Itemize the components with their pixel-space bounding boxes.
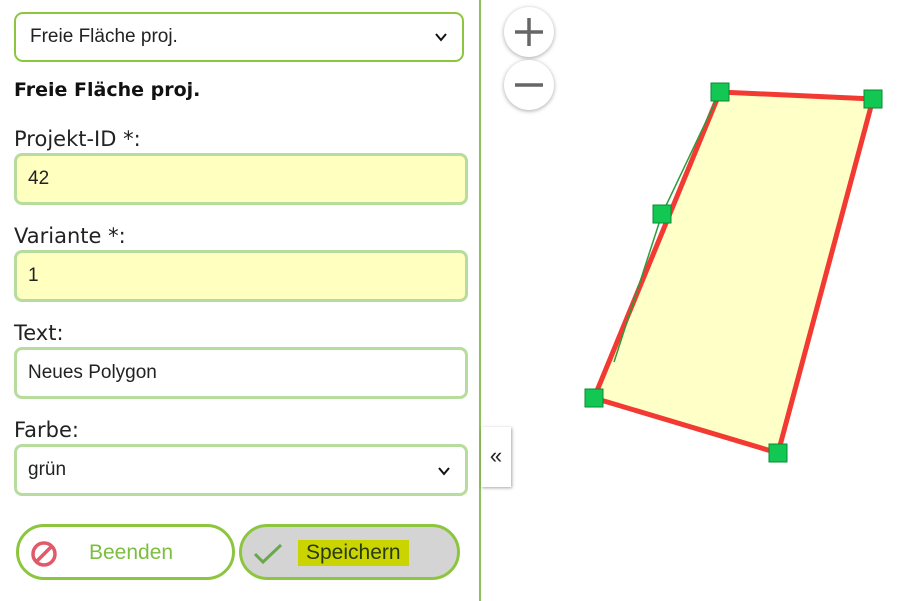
double-chevron-left-icon: « <box>489 443 503 468</box>
polygon-vertex <box>863 89 883 109</box>
polygon-layer[interactable] <box>0 0 897 601</box>
polygon-vertex <box>768 443 788 463</box>
polygon-vertex <box>710 82 730 102</box>
minus-icon <box>515 83 543 87</box>
polygon-shape <box>590 89 877 457</box>
collapse-panel-button[interactable]: « <box>481 427 511 487</box>
zoom-out-button[interactable] <box>504 60 554 110</box>
zoom-in-button[interactable] <box>504 7 554 57</box>
plus-icon <box>515 18 543 46</box>
polygon-vertex <box>584 388 604 408</box>
polygon-vertex <box>652 204 672 224</box>
